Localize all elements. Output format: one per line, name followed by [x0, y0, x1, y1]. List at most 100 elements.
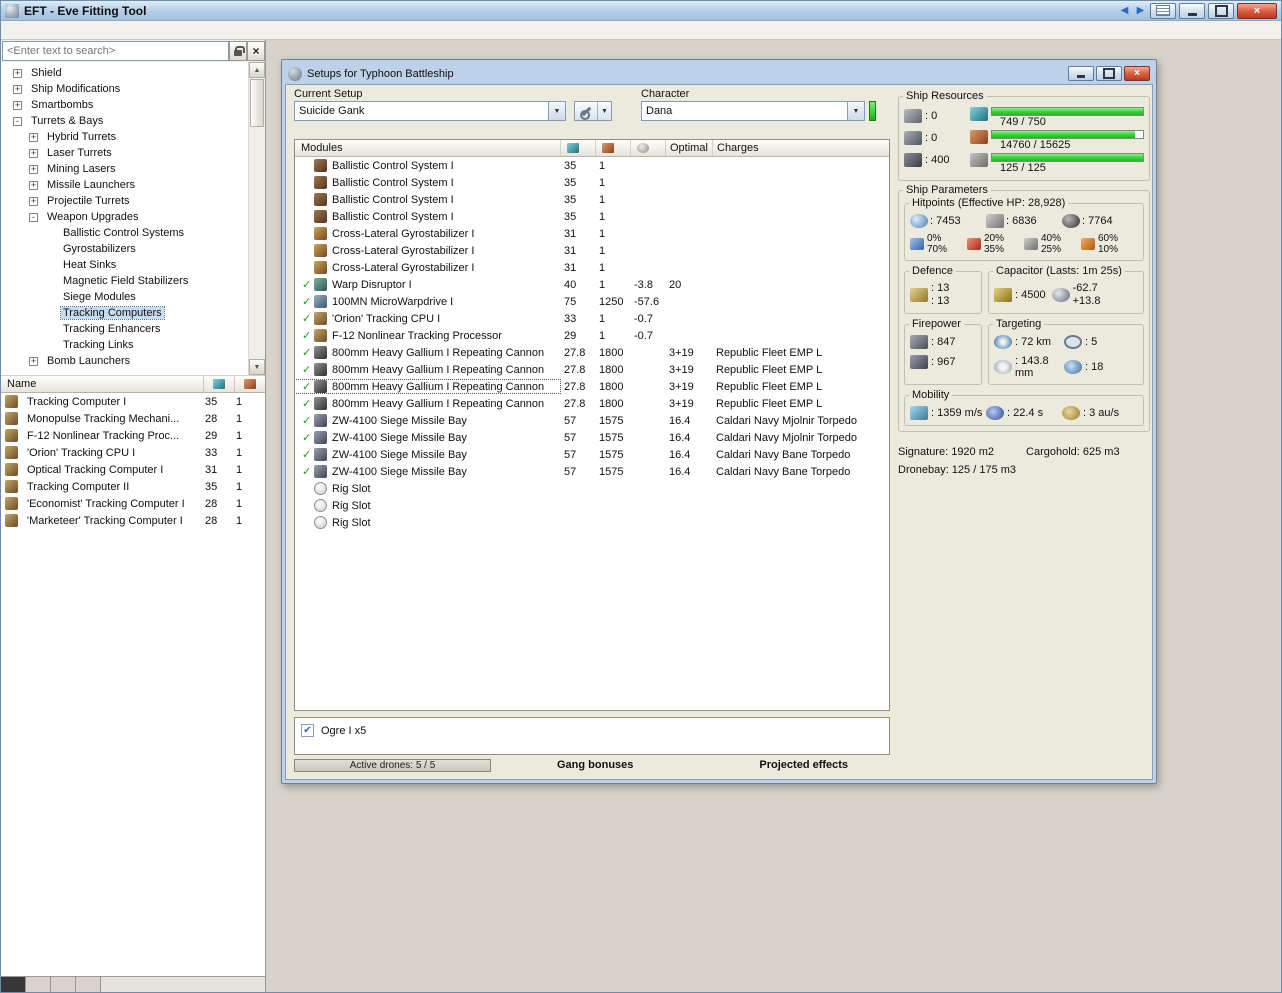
- module-row[interactable]: ✓ Cross-Lateral Gyrostabilizer I 31 1: [295, 242, 889, 259]
- module-row[interactable]: ✓ Rig Slot: [295, 514, 889, 531]
- tree-item[interactable]: + Laser Turrets: [1, 145, 248, 161]
- tree-item[interactable]: Magnetic Field Stabilizers: [1, 273, 248, 289]
- item-list-header[interactable]: Name: [1, 375, 265, 393]
- tree-item[interactable]: Ballistic Control Systems: [1, 225, 248, 241]
- module-row[interactable]: ✓ ZW-4100 Siege Missile Bay 57 1575 16.4…: [295, 412, 889, 429]
- tree-item[interactable]: + Missile Launchers: [1, 177, 248, 193]
- tree-toggle-icon[interactable]: +: [29, 148, 38, 158]
- market-item-row[interactable]: 'Economist' Tracking Computer I 28 1: [1, 495, 265, 512]
- market-item-row[interactable]: F-12 Nonlinear Tracking Proc... 29 1: [1, 427, 265, 444]
- browser-tab[interactable]: [76, 977, 101, 992]
- tree-toggle-icon[interactable]: -: [29, 212, 38, 222]
- market-item-row[interactable]: Tracking Computer II 35 1: [1, 478, 265, 495]
- setup-close-button[interactable]: [1124, 66, 1150, 81]
- module-row[interactable]: ✓ Ballistic Control System I 35 1: [295, 174, 889, 191]
- module-row[interactable]: ✓ ZW-4100 Siege Missile Bay 57 1575 16.4…: [295, 446, 889, 463]
- module-row[interactable]: ✓ Ballistic Control System I 35 1: [295, 191, 889, 208]
- nav-forward-icon[interactable]: ▶: [1134, 5, 1147, 16]
- chevron-down-icon[interactable]: [847, 102, 864, 120]
- tree-item[interactable]: Tracking Links: [1, 337, 248, 353]
- module-row[interactable]: ✓ Ballistic Control System I 35 1: [295, 208, 889, 225]
- tree-toggle-icon[interactable]: +: [29, 164, 38, 174]
- tree-item[interactable]: Tracking Computers: [1, 305, 248, 321]
- search-input[interactable]: [2, 41, 229, 61]
- maximize-button[interactable]: [1208, 2, 1234, 19]
- tree-item[interactable]: + Hybrid Turrets: [1, 129, 248, 145]
- modules-table-header[interactable]: Modules Optimal Charges: [295, 140, 889, 157]
- tree-item[interactable]: + Mining Lasers: [1, 161, 248, 177]
- tree-item[interactable]: + Shield: [1, 65, 248, 81]
- cpu-column-header[interactable]: [560, 140, 595, 156]
- tree-item[interactable]: + Projectile Turrets: [1, 193, 248, 209]
- market-item-row[interactable]: Monopulse Tracking Mechani... 28 1: [1, 410, 265, 427]
- scroll-track[interactable]: [249, 78, 265, 359]
- powergrid-column-header[interactable]: [595, 140, 630, 156]
- tree-item[interactable]: Siege Modules: [1, 289, 248, 305]
- market-item-row[interactable]: 'Marketeer' Tracking Computer I 28 1: [1, 512, 265, 529]
- close-button[interactable]: ×: [1237, 2, 1277, 19]
- market-item-row[interactable]: Optical Tracking Computer I 31 1: [1, 461, 265, 478]
- name-column-header[interactable]: Name: [1, 378, 203, 390]
- character-select[interactable]: Dana: [641, 101, 865, 121]
- module-row[interactable]: ✓ ZW-4100 Siege Missile Bay 57 1575 16.4…: [295, 463, 889, 480]
- menu-item[interactable]: [51, 28, 67, 32]
- projected-effects-toggle[interactable]: Projected effects: [759, 759, 848, 771]
- browser-tab[interactable]: [26, 977, 51, 992]
- tree-item[interactable]: + Smartbombs: [1, 97, 248, 113]
- tree-toggle-icon[interactable]: +: [29, 132, 38, 142]
- module-row[interactable]: ✓ F-12 Nonlinear Tracking Processor 29 1…: [295, 327, 889, 344]
- tree-item[interactable]: Gyrostabilizers: [1, 241, 248, 257]
- module-row[interactable]: ✓ Rig Slot: [295, 497, 889, 514]
- module-row[interactable]: ✓ 'Orion' Tracking CPU I 33 1 -0.7: [295, 310, 889, 327]
- tree-toggle-icon[interactable]: +: [13, 84, 22, 94]
- scroll-up-icon[interactable]: [249, 62, 265, 78]
- module-row[interactable]: ✓ Cross-Lateral Gyrostabilizer I 31 1: [295, 259, 889, 276]
- setup-window-titlebar[interactable]: Setups for Typhoon Battleship: [285, 63, 1153, 84]
- scroll-down-icon[interactable]: [249, 359, 265, 375]
- tree-toggle-icon[interactable]: +: [13, 68, 22, 78]
- tree-toggle-icon[interactable]: -: [13, 116, 22, 126]
- scroll-thumb[interactable]: [250, 79, 264, 127]
- wrench-icon[interactable]: [575, 102, 597, 120]
- nav-back-icon[interactable]: ◀: [1118, 5, 1131, 16]
- menu-item[interactable]: [35, 28, 51, 32]
- report-button[interactable]: [1150, 2, 1176, 19]
- module-row[interactable]: ✓ Rig Slot: [295, 480, 889, 497]
- minimize-button[interactable]: [1179, 2, 1205, 19]
- tree-toggle-icon[interactable]: +: [29, 356, 38, 366]
- tree-item[interactable]: Heat Sinks: [1, 257, 248, 273]
- module-row[interactable]: ✓ 100MN MicroWarpdrive I 75 1250 -57.6: [295, 293, 889, 310]
- tree-item[interactable]: + Bomb Launchers: [1, 353, 248, 369]
- setup-minimize-button[interactable]: [1068, 66, 1094, 81]
- search-lock-button[interactable]: [229, 41, 247, 61]
- powergrid-column-header[interactable]: [234, 376, 265, 392]
- current-setup-select[interactable]: Suicide Gank: [294, 101, 566, 121]
- tree-item[interactable]: - Turrets & Bays: [1, 113, 248, 129]
- browser-tab[interactable]: [51, 977, 76, 992]
- tree-item[interactable]: - Weapon Upgrades: [1, 209, 248, 225]
- drone-checkbox[interactable]: [301, 724, 314, 737]
- clear-search-button[interactable]: [247, 41, 265, 61]
- menu-item[interactable]: [3, 28, 19, 32]
- module-row[interactable]: ✓ 800mm Heavy Gallium I Repeating Cannon…: [295, 361, 889, 378]
- market-item-row[interactable]: 'Orion' Tracking CPU I 33 1: [1, 444, 265, 461]
- optimal-column-header[interactable]: Optimal: [665, 140, 712, 156]
- browser-tab[interactable]: [1, 977, 26, 992]
- charges-column-header[interactable]: Charges: [712, 140, 889, 156]
- module-row[interactable]: ✓ 800mm Heavy Gallium I Repeating Cannon…: [295, 378, 889, 395]
- tools-dropdown-icon[interactable]: [597, 102, 611, 120]
- tree-toggle-icon[interactable]: +: [29, 180, 38, 190]
- module-row[interactable]: ✓ 800mm Heavy Gallium I Repeating Cannon…: [295, 395, 889, 412]
- tree-scrollbar[interactable]: [248, 62, 265, 375]
- modules-column-header[interactable]: Modules: [295, 142, 560, 154]
- menu-item[interactable]: [19, 28, 35, 32]
- module-row[interactable]: ✓ Ballistic Control System I 35 1: [295, 157, 889, 174]
- cpu-column-header[interactable]: [203, 376, 234, 392]
- module-row[interactable]: ✓ Cross-Lateral Gyrostabilizer I 31 1: [295, 225, 889, 242]
- module-row[interactable]: ✓ ZW-4100 Siege Missile Bay 57 1575 16.4…: [295, 429, 889, 446]
- tree-toggle-icon[interactable]: +: [29, 196, 38, 206]
- tree-item[interactable]: Tracking Enhancers: [1, 321, 248, 337]
- gang-bonuses-toggle[interactable]: Gang bonuses: [557, 759, 633, 771]
- tree-item[interactable]: + Ship Modifications: [1, 81, 248, 97]
- capacitor-column-header[interactable]: [630, 140, 665, 156]
